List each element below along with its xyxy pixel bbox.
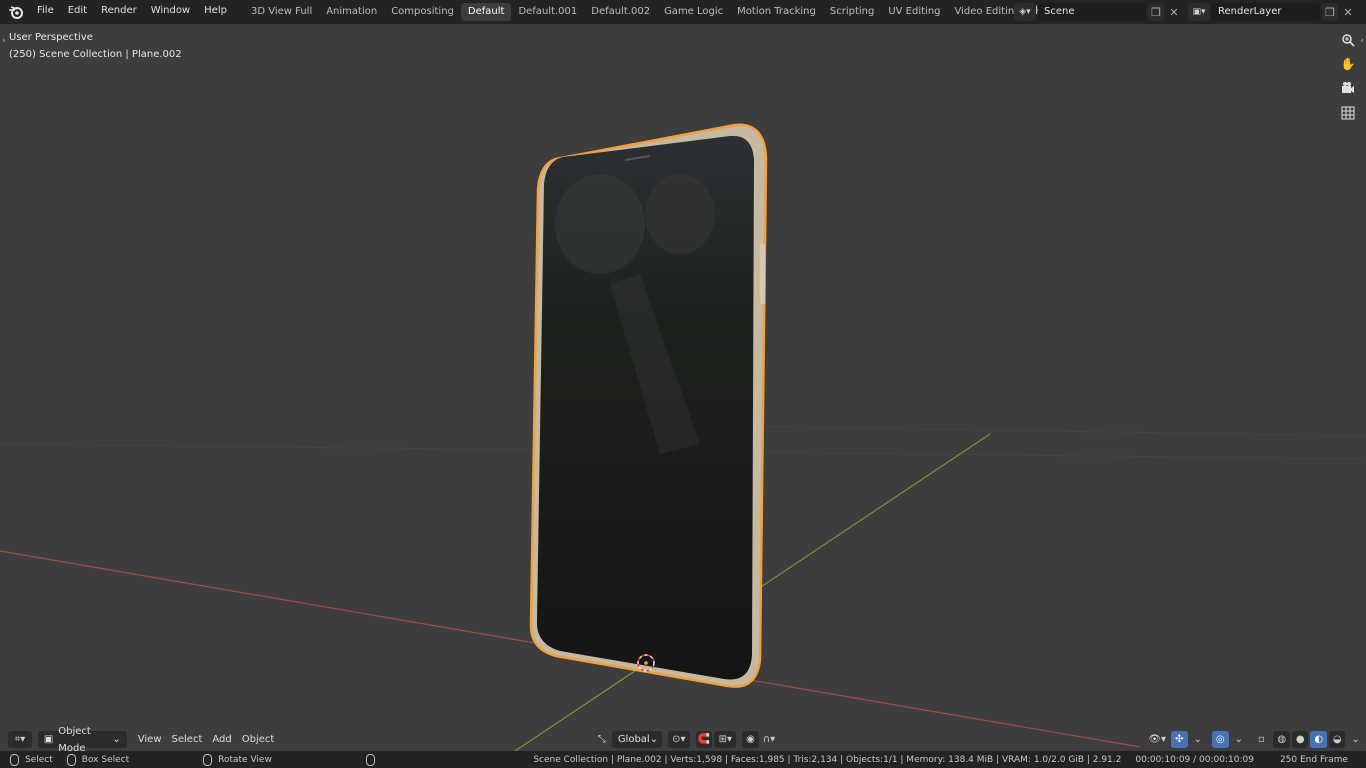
orientation-label: Global: [617, 734, 650, 745]
camera-view-icon[interactable]: [1338, 78, 1358, 98]
view-layer-selector: ▣▾ RenderLayer ❐ ✕: [1188, 2, 1356, 22]
view-layer-name-field[interactable]: RenderLayer: [1212, 3, 1320, 21]
mode-dropdown[interactable]: ▣ Object Mode ⌄: [37, 726, 127, 754]
tab-default-001[interactable]: Default.001: [511, 3, 584, 21]
snap-toggle-icon[interactable]: 🧲: [695, 731, 713, 748]
menu-edit[interactable]: Edit: [61, 0, 94, 24]
3d-viewport[interactable]: User Perspective (250) Scene Collection …: [0, 24, 1366, 751]
tab-compositing[interactable]: Compositing: [384, 3, 461, 21]
view-layer-browse-icon[interactable]: ▣▾: [1188, 3, 1210, 21]
proportional-falloff-icon[interactable]: ∩▾: [761, 731, 777, 748]
pan-hand-icon[interactable]: ✋: [1338, 54, 1358, 74]
scene-name-field[interactable]: Scene: [1038, 3, 1146, 21]
orientation-dropdown[interactable]: Global ⌄: [611, 731, 662, 748]
tab-motion-tracking[interactable]: Motion Tracking: [730, 3, 823, 21]
status-bar: Select Box Select Rotate View Scene Coll…: [0, 751, 1366, 768]
tab-scripting[interactable]: Scripting: [823, 3, 881, 21]
object-menu[interactable]: Object: [237, 731, 280, 749]
xray-toggle-icon[interactable]: ▫: [1253, 731, 1269, 748]
tab-game-logic[interactable]: Game Logic: [657, 3, 730, 21]
view-menu[interactable]: View: [133, 731, 167, 749]
gizmo-dropdown-icon[interactable]: ⌄: [1190, 731, 1206, 748]
tab-default[interactable]: Default: [460, 3, 512, 21]
phone-model[interactable]: [529, 123, 768, 688]
view-perspective-label: User Perspective: [9, 32, 93, 43]
mouse-middle-icon: [203, 753, 213, 766]
add-menu[interactable]: Add: [207, 731, 236, 749]
sidebar-expand-icon[interactable]: ‹: [1360, 36, 1364, 46]
collection-info-label: (250) Scene Collection | Plane.002: [9, 49, 182, 60]
tab-default-002[interactable]: Default.002: [584, 3, 657, 21]
status-rotate-view-hint: Rotate View: [203, 753, 272, 766]
mouse-right-icon: [365, 753, 375, 766]
status-info: Scene Collection | Plane.002 | Verts:1,5…: [533, 755, 1348, 765]
menu-help[interactable]: Help: [197, 0, 234, 24]
status-end-frame: 250 End Frame: [1279, 754, 1348, 765]
viewport-canvas: [0, 123, 1366, 751]
mouse-drag-icon: [66, 753, 76, 766]
material-preview-shading-icon[interactable]: ◐: [1310, 731, 1327, 748]
shading-dropdown-icon[interactable]: ⌄: [1347, 731, 1363, 748]
scene-copy-icon[interactable]: ❐: [1148, 3, 1164, 21]
overlays-dropdown-icon[interactable]: ⌄: [1231, 731, 1247, 748]
toolbar-expand-icon[interactable]: ›: [2, 36, 6, 46]
snap-target-icon[interactable]: ⊞▾: [714, 731, 737, 748]
status-select-label: Select: [25, 754, 53, 765]
visibility-icon[interactable]: 👁▾: [1145, 731, 1169, 748]
view-layer-close-icon[interactable]: ✕: [1340, 3, 1356, 21]
editor-type-icon[interactable]: ⌗▾: [8, 731, 32, 748]
status-time: 00:00:10:09 / 00:00:10:09: [1135, 754, 1254, 765]
status-select-hint: Select: [10, 753, 53, 766]
viewport-header: ⌗▾ ▣ Object Mode ⌄ View Select Add Objec…: [0, 726, 1366, 754]
status-box-select-hint: Box Select: [66, 753, 130, 766]
zoom-icon[interactable]: [1338, 30, 1358, 50]
select-menu[interactable]: Select: [167, 731, 208, 749]
chevron-down-icon: ⌄: [649, 734, 659, 745]
blender-logo-icon[interactable]: [8, 4, 24, 20]
ortho-grid-icon[interactable]: [1338, 103, 1358, 123]
tab-uv-editing[interactable]: UV Editing: [881, 3, 947, 21]
gizmo-toggle-icon[interactable]: ✣: [1171, 731, 1188, 748]
status-context-hint: [365, 753, 381, 766]
workspace-tabs: 3D View Full Animation Compositing Defau…: [244, 0, 1046, 24]
chevron-down-icon: ⌄: [112, 734, 121, 745]
menu-render[interactable]: Render: [94, 0, 144, 24]
rendered-shading-icon[interactable]: ◒: [1328, 731, 1346, 748]
top-bar: File Edit Render Window Help 3D View Ful…: [0, 0, 1366, 24]
tab-3d-view-full[interactable]: 3D View Full: [244, 3, 319, 21]
scene-browse-icon[interactable]: ◈▾: [1014, 3, 1036, 21]
pivot-point-icon[interactable]: ⊙▾: [667, 731, 690, 748]
view-layer-copy-icon[interactable]: ❐: [1322, 3, 1338, 21]
status-box-select-label: Box Select: [81, 754, 130, 765]
menu-window[interactable]: Window: [144, 0, 197, 24]
scene-selector: ◈▾ Scene ❐ ✕: [1014, 2, 1182, 22]
wireframe-shading-icon[interactable]: ◍: [1273, 731, 1290, 748]
status-rotate-view-label: Rotate View: [218, 754, 272, 765]
transform-orientation-icon[interactable]: ⤡: [593, 731, 609, 748]
solid-shading-icon[interactable]: ●: [1291, 731, 1309, 748]
object-mode-icon: ▣: [43, 734, 54, 745]
status-stats: Scene Collection | Plane.002 | Verts:1,5…: [533, 754, 1122, 765]
menu-file[interactable]: File: [30, 0, 61, 24]
scene-close-icon[interactable]: ✕: [1166, 3, 1182, 21]
proportional-edit-icon[interactable]: ◉: [742, 731, 759, 748]
mouse-left-icon: [10, 753, 19, 766]
tab-animation[interactable]: Animation: [319, 3, 384, 21]
overlays-toggle-icon[interactable]: ◎: [1212, 731, 1229, 748]
